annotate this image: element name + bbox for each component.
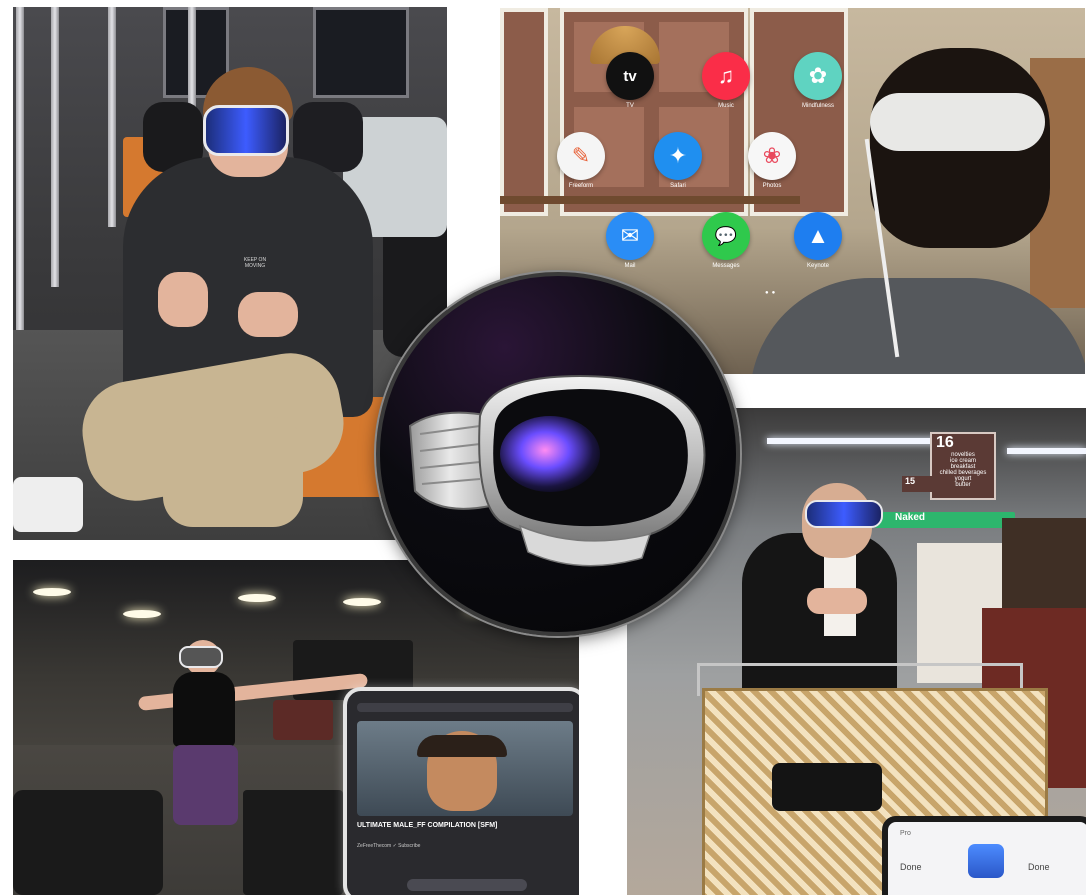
cup-holder: [772, 763, 882, 811]
subway-pole: [51, 7, 59, 287]
freeform-icon: ✎: [557, 132, 605, 180]
headset-visor: [805, 500, 883, 528]
app-label: Messages: [712, 263, 740, 269]
page-indicator: ●●: [765, 290, 779, 296]
pants: [163, 417, 303, 527]
app-tv[interactable]: tv TV: [604, 52, 656, 109]
messages-icon: 💬: [702, 212, 750, 260]
keynote-icon: ▲: [794, 212, 842, 260]
pants: [173, 745, 238, 825]
virtual-browser-window[interactable]: ULTIMATE MALE_FF COMPILATION [SFM] ZeFre…: [343, 687, 579, 895]
app-messages[interactable]: 💬 Messages: [700, 212, 752, 269]
app-label: Freeform: [568, 183, 594, 189]
channel-meta: ZeFreeThecom ✓ Subscribe: [357, 843, 421, 849]
brand-sign: Naked: [875, 512, 1015, 528]
ceiling-light: [123, 610, 161, 618]
mindfulness-icon: ✿: [794, 52, 842, 100]
app-label: Safari: [670, 183, 686, 189]
done-label-right[interactable]: Done: [1028, 862, 1050, 872]
tank-top: [173, 672, 235, 747]
gym-machine: [243, 790, 343, 895]
photos-icon: ❀: [748, 132, 796, 180]
headset-strap: [870, 93, 1045, 151]
hand: [238, 292, 298, 337]
done-label-left[interactable]: Done: [900, 862, 922, 872]
app-keynote[interactable]: ▲ Keynote: [792, 212, 844, 269]
video-title[interactable]: ULTIMATE MALE_FF COMPILATION [SFM]: [357, 821, 507, 830]
app-label: Keynote: [806, 263, 830, 269]
ceiling-light: [33, 588, 71, 596]
app-safari[interactable]: ✦ Safari: [652, 132, 704, 189]
headset-visor: [179, 646, 223, 668]
app-freeform[interactable]: ✎ Freeform: [555, 132, 607, 189]
shelf: [1002, 518, 1086, 608]
subway-pole: [108, 7, 116, 227]
ceiling-light: [1007, 448, 1086, 454]
aisle-15-sign: 15: [902, 476, 935, 492]
mail-icon: ✉: [606, 212, 654, 260]
app-music[interactable]: ♫ Music: [700, 52, 752, 109]
phone-screen[interactable]: Pro Done Done: [882, 816, 1086, 895]
subway-window: [313, 7, 409, 98]
table: [500, 196, 800, 204]
ceiling-light: [238, 594, 276, 602]
window-bar[interactable]: [407, 879, 527, 891]
phone-brand: Pro: [900, 830, 911, 837]
vision-headset-icon: [408, 374, 706, 567]
safari-icon: ✦: [654, 132, 702, 180]
music-icon: ♫: [702, 52, 750, 100]
hand: [158, 272, 208, 327]
aisle-16-sign: 16 novelties ice cream breakfast chilled…: [930, 432, 996, 500]
tv-icon: tv: [606, 52, 654, 100]
ceiling-light: [767, 438, 947, 444]
app-mindfulness[interactable]: ✿ Mindfulness: [792, 52, 844, 109]
ceiling-light: [343, 598, 381, 606]
address-bar[interactable]: [357, 703, 573, 712]
app-label: Photos: [762, 183, 782, 189]
gym-bench: [273, 700, 333, 740]
app-label: Music: [718, 103, 734, 109]
headset-visor: [203, 105, 289, 156]
app-mail[interactable]: ✉ Mail: [604, 212, 656, 269]
video-player[interactable]: [357, 721, 573, 816]
app-label: TV: [626, 103, 634, 109]
app-label: Mindfulness: [801, 103, 834, 109]
app-photos[interactable]: ❀ Photos: [746, 132, 798, 189]
hoodie-text: KEEP ON MOVING: [243, 257, 267, 269]
hand: [807, 588, 867, 614]
shoe: [13, 477, 83, 532]
headset-badge: [376, 272, 740, 636]
phone-app-icon: [968, 844, 1004, 878]
window: [500, 8, 548, 216]
app-label: Mail: [624, 263, 636, 269]
gym-machine: [13, 790, 163, 895]
